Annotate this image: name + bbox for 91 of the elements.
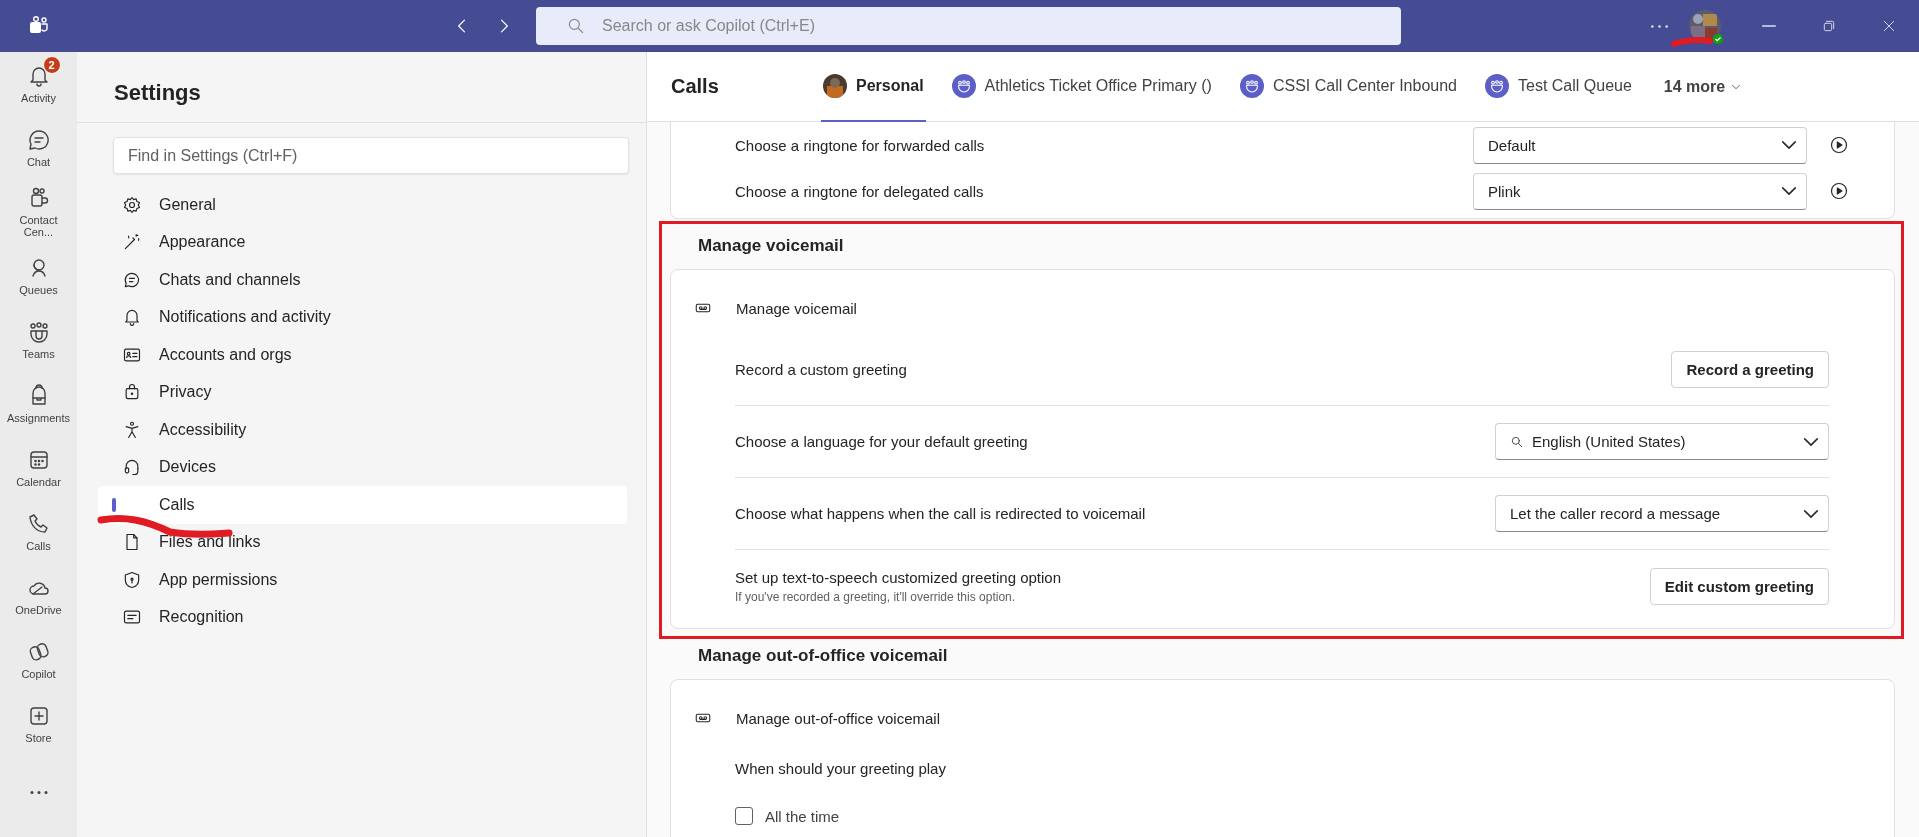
settings-nav-item[interactable]: Appearance [98,223,627,261]
settings-search-field[interactable]: Find in Settings (Ctrl+F) [113,137,629,174]
rail-label: Calls [26,540,51,552]
ellipsis-icon [29,790,48,794]
setting-label: Choose a ringtone for forwarded calls [735,136,986,154]
search-bar[interactable]: Search or ask Copilot (Ctrl+E) [536,7,1401,45]
rail-label: Activity [21,92,56,104]
line-tab[interactable]: Test Call Queue [1483,52,1634,122]
rail-item[interactable]: 2 Activity [0,52,77,116]
gear-icon [122,194,142,215]
settings-nav-item[interactable]: Devices [98,448,627,486]
rail-item[interactable]: OneDrive [0,564,77,628]
settings-nav-item[interactable]: Recognition [98,598,627,636]
minimize-icon [1762,25,1776,27]
greeting-button[interactable]: Record a greeting [1671,351,1829,388]
restore-icon [1821,18,1837,34]
settings-nav-item[interactable]: Notifications and activity [98,298,627,336]
chevron-down-icon [1782,141,1796,149]
section-heading: Manage voicemail [697,235,845,257]
settings-nav-item[interactable]: Calls [98,486,627,524]
line-tab[interactable]: Athletics Ticket Office Primary () [949,52,1214,122]
setting-hint: If you've recorded a greeting, it'll override this option. [735,589,1017,604]
line-tab[interactable]: CSSI Call Center Inbound [1237,52,1459,122]
language-dropdown[interactable]: English (United States) [1495,423,1829,460]
rail-label: Contact Cen... [18,214,59,238]
call-queue-icon [951,73,976,98]
search-icon [566,16,586,36]
rail-label: Chat [26,156,51,168]
bell-icon [122,307,142,328]
option-dropdown[interactable]: Let the caller record a message [1495,495,1829,532]
chat-icon [26,128,51,152]
rail-item[interactable]: Contact Cen... [0,180,77,244]
search-icon [1510,434,1524,449]
settings-nav-item[interactable]: Privacy [98,373,627,411]
selection-indicator [112,498,116,512]
phone-icon [26,512,51,536]
avatar[interactable] [1689,10,1721,42]
rail-label: Teams [22,348,55,360]
rail-item[interactable]: Assignments [0,372,77,436]
call-queue-icon [1239,73,1264,98]
settings-nav-item[interactable]: Accessibility [98,411,627,449]
setting-label: Record a custom greeting [735,361,908,378]
checkbox-option[interactable]: All the time [735,807,840,825]
search-field[interactable]: Search or ask Copilot (Ctrl+E) [600,16,1401,36]
play-button[interactable] [1829,135,1849,155]
setting-label: When should your greeting play [735,759,947,777]
rail-label: Copilot [21,668,56,680]
rail-item[interactable]: Calendar [0,436,77,500]
card-title: Manage out-of-office voicemail [736,709,940,727]
settings-nav-item[interactable]: Accounts and orgs [98,336,627,374]
rail-item[interactable]: Store [0,692,77,756]
scribble-mark [1670,36,1714,48]
settings-nav-item[interactable]: Files and links [98,523,627,561]
play-icon [1829,135,1849,155]
ringtone-dropdown[interactable]: Default [1473,126,1807,164]
settings-nav-item[interactable]: Chats and channels [98,261,627,299]
setting-label: Choose a ringtone for delegated calls [735,182,985,200]
ringtone-dropdown[interactable]: Plink [1473,172,1807,210]
chevron-down-icon [1804,437,1818,446]
rail-item[interactable]: Teams [0,308,77,372]
play-icon [1829,181,1849,201]
rail-label: Queues [19,284,58,296]
rail-item[interactable]: Calls [0,500,77,564]
chevron-down-icon [1782,187,1796,195]
ellipsis-icon [1650,24,1668,28]
calls-title: Calls [671,75,720,98]
settings-nav-item[interactable]: App permissions [98,561,627,599]
notification-badge: 2 [42,56,61,74]
available-status-icon [1712,33,1724,45]
section-heading: Manage out-of-office voicemail [697,645,949,667]
rail-label: Assignments [7,412,70,424]
rail-label: Calendar [16,476,61,488]
chevron-down-icon [1804,509,1818,518]
call-queue-icon [1485,73,1509,98]
rail-item[interactable]: Chat [0,116,77,180]
setting-label: Set up text-to-speech customized greeting option [735,568,1063,586]
settings-title: Settings [113,79,202,107]
setting-label: Choose what happens when the call is redirected to voicemail [735,505,1147,522]
setting-label: Choose a language for your default greeting [735,433,1029,450]
card-title: Manage voicemail [736,299,857,317]
rail-item[interactable]: Copilot [0,628,77,692]
rail-label: OneDrive [15,604,62,616]
rail-label: Store [25,732,52,744]
greeting-button[interactable]: Edit custom greeting [1649,567,1829,605]
more-tabs-button[interactable]: 14 more [1657,52,1750,122]
rail-item[interactable]: Queues [0,244,77,308]
shield-icon [122,569,142,590]
close-icon [1881,18,1897,34]
settings-nav-item[interactable]: General [98,186,627,224]
play-button[interactable] [1829,181,1849,201]
checkbox[interactable] [735,807,753,825]
